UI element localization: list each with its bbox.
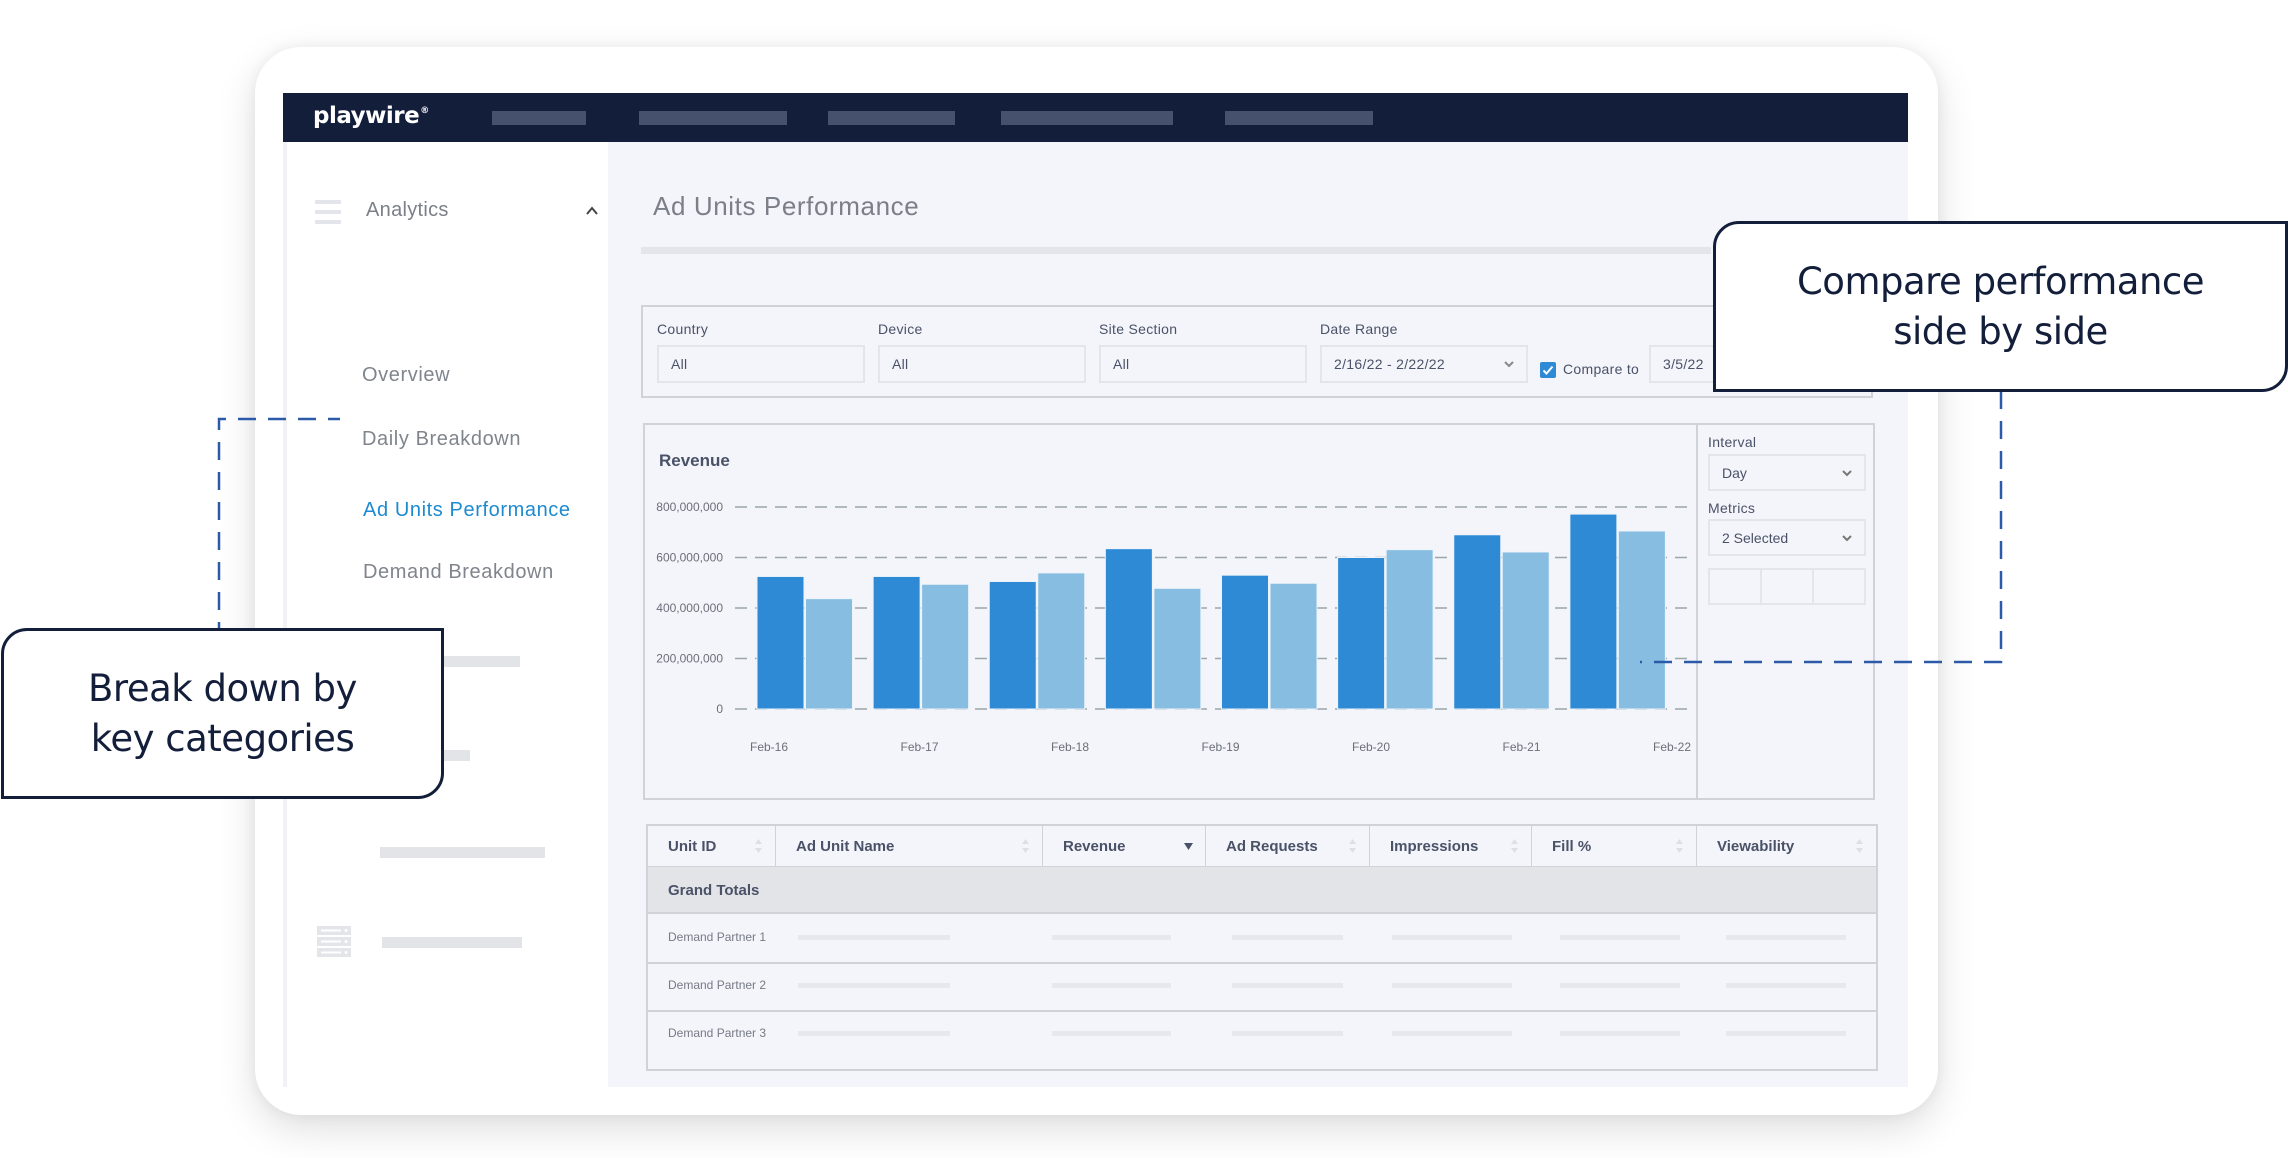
callout-text-line: Break down by bbox=[88, 666, 357, 710]
callout-text-line: Compare performance bbox=[1796, 259, 2205, 303]
callout-compare-performance: Compare performance side by side bbox=[1713, 221, 2288, 392]
callout-connectors bbox=[217, 391, 2003, 700]
callout-text-line: key categories bbox=[90, 716, 355, 760]
right-connector-line bbox=[1640, 391, 2003, 664]
callout-text-line: side by side bbox=[1893, 309, 2108, 353]
callout-break-down: Break down by key categories bbox=[1, 628, 444, 799]
